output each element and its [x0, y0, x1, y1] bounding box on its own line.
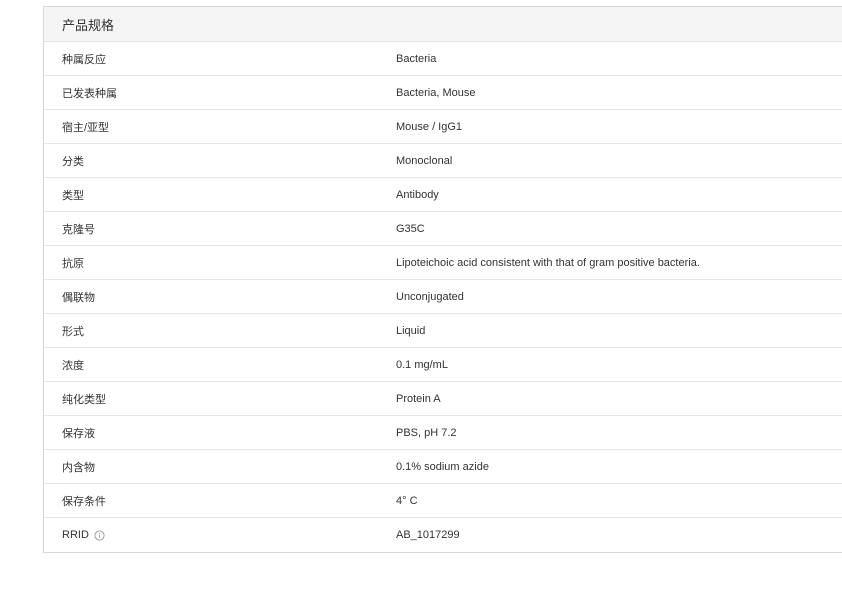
spec-row-clone: 克隆号 G35C: [44, 212, 842, 246]
spec-header: 产品规格: [44, 7, 842, 42]
spec-row-type: 类型 Antibody: [44, 178, 842, 212]
spec-row-species-reactivity: 种属反应 Bacteria: [44, 42, 842, 76]
spec-row-rrid: RRID AB_1017299: [44, 518, 842, 552]
info-circle-icon[interactable]: [94, 529, 105, 541]
spec-row-immunogen: 抗原 Lipoteichoic acid consistent with tha…: [44, 246, 842, 280]
spec-value: Antibody: [396, 188, 439, 201]
spec-row-form: 形式 Liquid: [44, 314, 842, 348]
spec-label-text: RRID: [62, 529, 89, 541]
spec-row-host-isotype: 宿主/亚型 Mouse / IgG1: [44, 110, 842, 144]
spec-value: 0.1% sodium azide: [396, 460, 489, 473]
spec-label: 浓度: [62, 359, 84, 372]
spec-row-published-species: 已发表种属 Bacteria, Mouse: [44, 76, 842, 110]
spec-value: Bacteria, Mouse: [396, 86, 476, 99]
spec-value: Monoclonal: [396, 154, 453, 167]
spec-value: Mouse / IgG1: [396, 120, 463, 133]
spec-row-class: 分类 Monoclonal: [44, 144, 842, 178]
spec-row-storage-conditions: 保存条件 4° C: [44, 484, 842, 518]
spec-value: Liquid: [396, 324, 426, 337]
spec-label: 纯化类型: [62, 393, 106, 406]
spec-value: Lipoteichoic acid consistent with that o…: [396, 256, 700, 269]
spec-value: PBS, pH 7.2: [396, 426, 457, 439]
spec-label: 种属反应: [62, 53, 106, 66]
spec-label: 宿主/亚型: [62, 121, 110, 134]
spec-label: 分类: [62, 155, 84, 168]
spec-row-storage-buffer: 保存液 PBS, pH 7.2: [44, 416, 842, 450]
spec-label: 保存条件: [62, 495, 106, 508]
spec-label: 已发表种属: [62, 87, 117, 100]
spec-row-concentration: 浓度 0.1 mg/mL: [44, 348, 842, 382]
spec-label: 克隆号: [62, 223, 95, 236]
spec-title: 产品规格: [62, 17, 115, 33]
spec-value: Unconjugated: [396, 290, 464, 303]
spec-value: G35C: [396, 222, 425, 235]
spec-label: 保存液: [62, 427, 95, 440]
spec-row-contains: 内含物 0.1% sodium azide: [44, 450, 842, 484]
spec-label: 偶联物: [62, 291, 95, 304]
spec-row-purification: 纯化类型 Protein A: [44, 382, 842, 416]
spec-value: AB_1017299: [396, 529, 460, 541]
spec-label: 抗原: [62, 257, 84, 270]
product-spec-panel: 产品规格 种属反应 Bacteria 已发表种属 Bacteria, Mouse…: [43, 6, 842, 553]
spec-value: 4° C: [396, 494, 418, 507]
spec-value: 0.1 mg/mL: [396, 358, 448, 371]
spec-label: 类型: [62, 189, 84, 202]
spec-label: 形式: [62, 325, 84, 338]
spec-label-rrid: RRID: [44, 529, 396, 541]
spec-row-conjugate: 偶联物 Unconjugated: [44, 280, 842, 314]
spec-value: Bacteria: [396, 52, 437, 65]
spec-value: Protein A: [396, 392, 441, 405]
spec-label: 内含物: [62, 461, 95, 474]
